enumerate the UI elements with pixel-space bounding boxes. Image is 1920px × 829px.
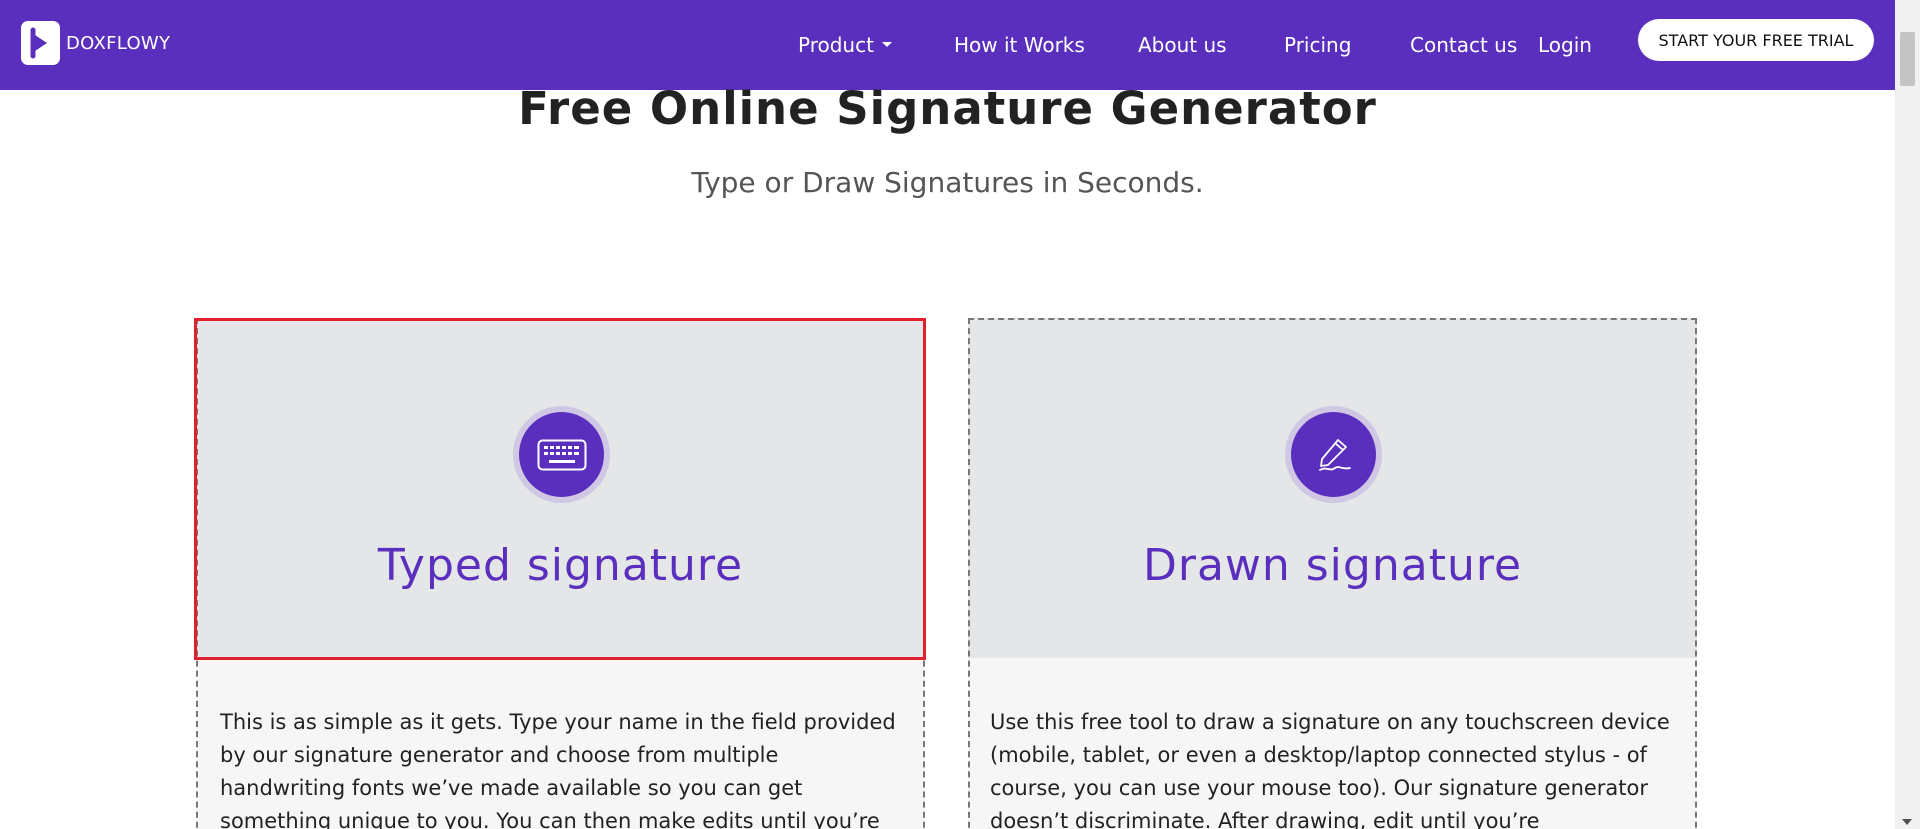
- caret-down-icon: [881, 42, 892, 47]
- nav-item-how-it-works[interactable]: How it Works: [954, 33, 1085, 57]
- page: DOXFLOWY Product How it Works About us P…: [0, 0, 1920, 829]
- page-title: Free Online Signature Generator: [518, 82, 1377, 135]
- drawn-signature-card[interactable]: Drawn signature Use this free tool to dr…: [968, 318, 1697, 829]
- start-free-trial-button[interactable]: START YOUR FREE TRIAL: [1638, 19, 1874, 61]
- keyboard-icon: [519, 412, 604, 497]
- nav-item-contact-us[interactable]: Contact us: [1410, 33, 1517, 57]
- nav-item-login[interactable]: Login: [1538, 33, 1592, 57]
- icon-ring: [1285, 406, 1382, 503]
- scrollbar-thumb[interactable]: [1900, 32, 1915, 86]
- card-title: Drawn signature: [1142, 540, 1523, 591]
- nav-item-about-us[interactable]: About us: [1138, 33, 1227, 57]
- logo-text: DOXFLOWY: [66, 32, 171, 54]
- top-navbar: DOXFLOWY Product How it Works About us P…: [0, 0, 1895, 90]
- nav-item-pricing[interactable]: Pricing: [1284, 33, 1351, 57]
- scroll-down-arrow-icon[interactable]: [1902, 819, 1912, 825]
- card-description: This is as simple as it gets. Type your …: [220, 710, 896, 829]
- typed-signature-card[interactable]: Typed signature This is as simple as it …: [194, 318, 926, 829]
- nav-item-product-label: Product: [798, 33, 874, 57]
- card-title: Typed signature: [377, 540, 744, 591]
- icon-ring: [513, 406, 610, 503]
- nav-item-product[interactable]: Product: [798, 33, 892, 57]
- pen-signature-icon: [1291, 412, 1376, 497]
- logo-mark-icon: [21, 21, 60, 65]
- logo[interactable]: DOXFLOWY: [21, 21, 170, 65]
- page-subtitle: Type or Draw Signatures in Seconds.: [691, 166, 1204, 199]
- card-description: Use this free tool to draw a signature o…: [990, 710, 1670, 829]
- vertical-scrollbar[interactable]: [1895, 0, 1920, 829]
